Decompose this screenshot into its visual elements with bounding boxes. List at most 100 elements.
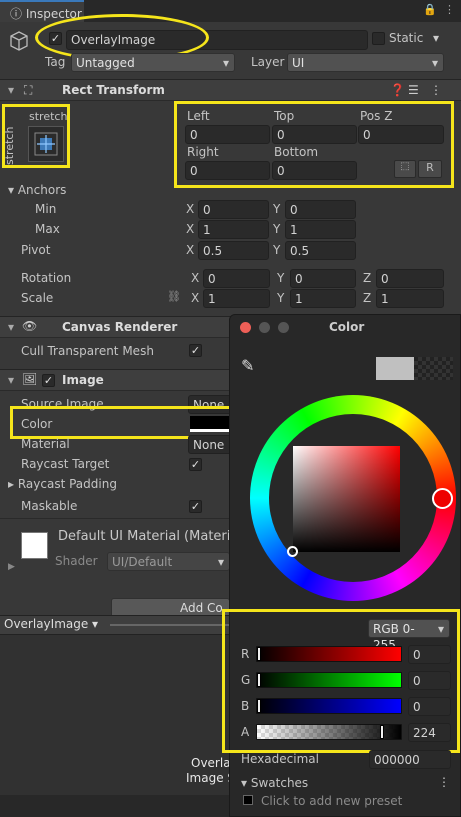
rot-y-field[interactable]: 0 <box>290 269 356 288</box>
component-menu-icon[interactable]: ⋮ <box>430 83 442 97</box>
menu-icon[interactable]: ⋮ <box>444 3 455 16</box>
top-field[interactable]: 0 <box>272 125 357 144</box>
right-label: Right <box>187 145 219 159</box>
bottom-field[interactable]: 0 <box>272 161 357 180</box>
b-slider[interactable] <box>256 698 402 714</box>
old-color-preview[interactable] <box>414 357 453 380</box>
anchor-vertical-label: stretch <box>3 126 16 165</box>
raycast-padding-foldout[interactable]: ▸ Raycast Padding <box>8 477 117 491</box>
g-value-field[interactable]: 0 <box>408 671 451 690</box>
material-field[interactable]: None ( <box>188 435 233 454</box>
color-swatch-field[interactable] <box>190 416 232 432</box>
hex-field[interactable]: 000000 <box>369 750 451 769</box>
shader-dropdown[interactable]: UI/Default <box>107 552 230 571</box>
g-label: G <box>241 673 251 687</box>
foldout-arrow-icon: ▾ <box>241 776 248 790</box>
min-x-field[interactable]: 0 <box>198 200 269 219</box>
blueprint-mode-button[interactable]: ⬚ <box>394 160 416 178</box>
eyedropper-icon[interactable]: ✎ <box>241 356 254 375</box>
r-slider-handle[interactable] <box>257 647 261 661</box>
anchors-foldout[interactable]: ▾ Anchors <box>8 183 66 197</box>
preview-caption-2: Image S <box>186 771 236 785</box>
anchor-preset-button[interactable] <box>28 126 64 162</box>
pivot-x-label: X <box>186 243 195 257</box>
hue-picker-handle[interactable] <box>432 488 453 509</box>
tag-dropdown[interactable]: Untagged <box>71 53 235 72</box>
raw-edit-button[interactable]: R <box>418 160 442 178</box>
b-slider-handle[interactable] <box>257 699 261 713</box>
rotation-label: Rotation <box>21 271 72 285</box>
eye-icon: 👁 <box>22 319 38 333</box>
left-field[interactable]: 0 <box>185 125 270 144</box>
pivot-label: Pivot <box>21 243 51 257</box>
g-slider-handle[interactable] <box>257 673 261 687</box>
sv-picker-handle[interactable] <box>287 546 298 557</box>
rot-z-field[interactable]: 0 <box>376 269 444 288</box>
b-label: B <box>241 699 250 713</box>
preset-swatch[interactable] <box>243 795 253 805</box>
swatches-label: Swatches <box>250 776 309 790</box>
scale-z-field[interactable]: 1 <box>376 289 444 308</box>
maskable-checkbox[interactable]: ✓ <box>189 500 202 513</box>
link-icon[interactable]: ⛓ <box>167 290 181 303</box>
scale-label: Scale <box>21 291 54 305</box>
layer-dropdown[interactable]: UI <box>287 53 444 72</box>
swatches-foldout[interactable]: ▾ Swatches <box>241 776 308 790</box>
add-preset-hint[interactable]: Click to add new preset <box>261 794 402 808</box>
right-field[interactable]: 0 <box>185 161 270 180</box>
pivot-y-field[interactable]: 0.5 <box>285 241 356 260</box>
material-foldout-icon[interactable]: ▶ <box>8 562 15 572</box>
color-label: Color <box>21 417 53 431</box>
hex-label: Hexadecimal <box>241 752 319 766</box>
max-y-field[interactable]: 1 <box>285 220 356 239</box>
tag-label: Tag <box>45 55 66 69</box>
static-dropdown-arrow[interactable]: ▾ <box>433 31 439 45</box>
swatches-menu-icon[interactable]: ⋮ <box>438 775 450 789</box>
dotted-rect-icon: ⬚ <box>400 161 410 172</box>
pivot-x-field[interactable]: 0.5 <box>198 241 269 260</box>
foldout-arrow-icon[interactable]: ▾ <box>8 373 14 387</box>
lock-icon[interactable]: 🔒 <box>423 3 437 16</box>
preview-drag-handle[interactable] <box>110 624 230 626</box>
min-x-label: X <box>186 202 195 216</box>
max-x-field[interactable]: 1 <box>198 220 269 239</box>
static-checkbox[interactable] <box>372 32 385 45</box>
foldout-arrow-icon[interactable]: ▾ <box>8 83 14 97</box>
raycast-target-checkbox[interactable]: ✓ <box>189 458 202 471</box>
scale-x-label: X <box>191 291 200 305</box>
color-mode-dropdown[interactable]: RGB 0-255 <box>368 619 450 652</box>
preset-icon[interactable]: ☰ <box>408 83 419 97</box>
scale-z-label: Z <box>363 291 372 305</box>
divider <box>0 518 230 519</box>
rect-transform-header[interactable]: ▾ ⛶ Rect Transform ❓ ☰ ⋮ <box>0 79 461 101</box>
b-value-field[interactable]: 0 <box>408 697 451 716</box>
g-slider[interactable] <box>256 672 402 688</box>
saturation-value-square[interactable] <box>293 446 400 552</box>
scale-y-field[interactable]: 1 <box>290 289 356 308</box>
close-window-button[interactable] <box>240 322 251 333</box>
image-enabled-checkbox[interactable]: ✓ <box>42 374 55 387</box>
posz-field[interactable]: 0 <box>358 125 444 144</box>
min-y-field[interactable]: 0 <box>285 200 356 219</box>
rect-transform-title: Rect Transform <box>62 83 165 97</box>
zoom-window-button[interactable] <box>278 322 289 333</box>
color-picker-title: Color <box>329 320 365 334</box>
foldout-arrow-icon[interactable]: ▾ <box>8 320 14 334</box>
r-value-field[interactable]: 0 <box>408 645 451 664</box>
max-label: Max <box>35 222 60 236</box>
preview-dropdown[interactable]: OverlayImage ▾ <box>4 617 104 634</box>
cull-label: Cull Transparent Mesh <box>21 344 154 358</box>
a-slider-handle[interactable] <box>379 725 384 739</box>
min-y-label: Y <box>273 202 281 216</box>
canvas-renderer-title: Canvas Renderer <box>62 320 178 334</box>
rect-transform-icon: ⛶ <box>24 83 33 97</box>
rot-x-field[interactable]: 0 <box>203 269 270 288</box>
help-icon[interactable]: ❓ <box>390 83 405 97</box>
r-slider[interactable] <box>256 646 402 662</box>
rot-y-label: Y <box>277 271 285 285</box>
cull-checkbox[interactable]: ✓ <box>189 344 202 357</box>
scale-x-field[interactable]: 1 <box>203 289 270 308</box>
minimize-window-button[interactable] <box>259 322 270 333</box>
a-value-field[interactable]: 224 <box>408 723 451 742</box>
a-label: A <box>241 725 250 739</box>
